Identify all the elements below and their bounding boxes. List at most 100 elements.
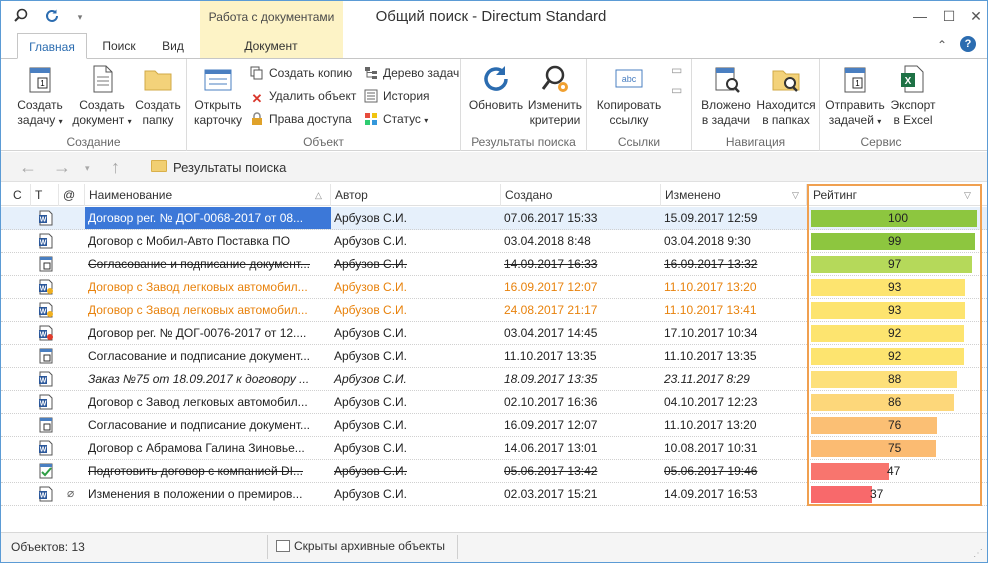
cell-name: Договор рег. № ДОГ-0076-2017 от 12.... bbox=[88, 326, 307, 340]
in-folders-button[interactable]: Находится в папках bbox=[754, 63, 818, 128]
search-icon[interactable] bbox=[12, 8, 30, 26]
refresh-button[interactable]: Обновить bbox=[465, 63, 527, 113]
svg-text:W: W bbox=[40, 309, 47, 316]
window-title: Общий поиск - Directum Standard bbox=[375, 8, 607, 25]
close-button[interactable]: ✕ bbox=[965, 5, 987, 27]
column-header-t[interactable]: Т bbox=[31, 184, 59, 206]
create-copy-button[interactable]: Создать копию bbox=[249, 63, 352, 83]
results-grid: С Т @ Наименование △ Автор Создано Измене… bbox=[1, 184, 987, 506]
delete-object-button[interactable]: ✕ Удалить объект bbox=[249, 86, 357, 106]
cell-modified: 23.11.2017 8:29 bbox=[664, 372, 750, 386]
table-row[interactable]: W ⌀ Изменения в положении о премиров... Арб… bbox=[1, 483, 987, 506]
create-document-button[interactable]: Создать документ ▾ bbox=[69, 63, 135, 129]
table-row[interactable]: W Договор с Абрамова Галина Зиновье... Арб… bbox=[1, 437, 987, 460]
title-bar: ▾ Общий поиск - Directum Standard — ☐ ✕ bbox=[1, 1, 987, 33]
history-icon bbox=[363, 89, 379, 105]
up-arrow-icon[interactable]: ↑ bbox=[111, 157, 120, 178]
create-task-button[interactable]: 1 Создать задачу ▾ bbox=[11, 63, 69, 129]
history-button[interactable]: История bbox=[363, 86, 430, 106]
quick-access-dropdown-icon[interactable]: ▾ bbox=[71, 8, 89, 26]
export-excel-button[interactable]: X Экспорт в Excel bbox=[886, 63, 940, 128]
cell-modified: 15.09.2017 12:59 bbox=[664, 211, 758, 225]
create-document-label-2: документ bbox=[72, 113, 125, 127]
table-row[interactable]: W Договор рег. № ДОГ-0068-2017 от 08... Ар… bbox=[1, 207, 987, 230]
nested-tasks-button[interactable]: Вложено в задачи bbox=[696, 63, 756, 128]
send-task-button[interactable]: 1 Отправить задачей ▾ bbox=[824, 63, 886, 129]
open-card-button[interactable]: Открыть карточку bbox=[191, 63, 245, 128]
cell-modified: 11.10.2017 13:20 bbox=[664, 280, 757, 294]
status-button[interactable]: Статус ▾ bbox=[363, 109, 428, 129]
table-row[interactable]: W Договор с Мобил-Авто Поставка ПО Арбузов… bbox=[1, 230, 987, 253]
back-arrow-icon[interactable]: ← bbox=[19, 157, 37, 178]
cell-author: Арбузов С.И. bbox=[334, 303, 407, 317]
resize-grip-icon[interactable]: ⋰ bbox=[973, 548, 983, 559]
change-criteria-button[interactable]: Изменить критерии bbox=[525, 63, 585, 128]
refresh-icon[interactable] bbox=[43, 8, 61, 26]
forward-arrow-icon[interactable]: → bbox=[53, 157, 71, 178]
sort-up-icon: △ bbox=[315, 190, 322, 200]
column-header-name[interactable]: Наименование △ bbox=[85, 184, 331, 206]
table-row[interactable]: W Договор рег. № ДОГ-0076-2017 от 12.... А… bbox=[1, 322, 987, 345]
svg-text:1: 1 bbox=[40, 79, 45, 88]
link-extra-icon[interactable]: ▭ bbox=[671, 63, 682, 77]
table-row[interactable]: W Договор с Завод легковых автомобил... Ар… bbox=[1, 276, 987, 299]
tab-search[interactable]: Поиск bbox=[91, 33, 147, 59]
copy-link-button[interactable]: abc Копировать ссылку bbox=[593, 63, 665, 128]
app-window: ▾ Общий поиск - Directum Standard — ☐ ✕ … bbox=[0, 0, 988, 563]
cell-name: Договор рег. № ДОГ-0068-2017 от 08... bbox=[85, 207, 331, 229]
cell-modified: 11.10.2017 13:20 bbox=[664, 418, 757, 432]
breadcrumb[interactable]: Результаты поиска bbox=[173, 160, 286, 175]
column-header-author[interactable]: Автор bbox=[331, 184, 501, 206]
tab-home[interactable]: Главная bbox=[17, 33, 87, 59]
table-row[interactable]: Подготовить договор с компанией DI... Арб… bbox=[1, 460, 987, 483]
collapse-ribbon-icon[interactable]: ⌃ bbox=[937, 38, 947, 52]
cell-author: Арбузов С.И. bbox=[334, 234, 407, 248]
cell-modified: 11.10.2017 13:35 bbox=[664, 349, 757, 363]
column-header-name-label: Наименование bbox=[89, 188, 173, 202]
link-extra-icon-2[interactable]: ▭ bbox=[671, 83, 682, 97]
access-rights-button[interactable]: Права доступа bbox=[249, 109, 352, 129]
rating-value: 92 bbox=[888, 326, 902, 340]
table-row[interactable]: W Договор с Завод легковых автомобил... Ар… bbox=[1, 391, 987, 414]
column-header-modified[interactable]: Изменено ▽ bbox=[661, 184, 807, 206]
create-folder-button[interactable]: Создать папку bbox=[133, 63, 183, 128]
history-label: История bbox=[383, 89, 430, 103]
maximize-button[interactable]: ☐ bbox=[938, 5, 960, 27]
document-icon: W bbox=[39, 486, 53, 502]
cell-name: Договор с Мобил-Авто Поставка ПО bbox=[88, 234, 291, 248]
chevron-down-icon: ▾ bbox=[424, 116, 429, 125]
column-header-attachment[interactable]: @ bbox=[59, 184, 85, 206]
table-row[interactable]: Согласование и подписание документ... Арб… bbox=[1, 414, 987, 437]
table-row[interactable]: W Договор с Завод легковых автомобил... Ар… bbox=[1, 299, 987, 322]
table-row[interactable]: Согласование и подписание документ... Арб… bbox=[1, 345, 987, 368]
folder-icon bbox=[142, 63, 174, 95]
help-icon[interactable]: ? bbox=[960, 36, 976, 52]
archive-filter[interactable]: Скрыты архивные объекты bbox=[267, 535, 459, 559]
history-dropdown-icon[interactable]: ▾ bbox=[85, 163, 90, 174]
table-row[interactable]: W Заказ №75 от 18.09.2017 к договору ... А… bbox=[1, 368, 987, 391]
create-task-label-2: задачу bbox=[17, 113, 56, 127]
task-tree-button[interactable]: Дерево задач bbox=[363, 63, 459, 83]
rating-value: 76 bbox=[888, 418, 902, 432]
cell-created: 07.06.2017 15:33 bbox=[504, 211, 598, 225]
copy-link-label-2: ссылку bbox=[609, 113, 649, 127]
cell-modified: 11.10.2017 13:41 bbox=[664, 303, 757, 317]
document-icon: W bbox=[39, 394, 53, 410]
rating-value: 88 bbox=[888, 372, 902, 386]
cell-name: Договор с Завод легковых автомобил... bbox=[88, 395, 308, 409]
filter-icon[interactable]: ▽ bbox=[792, 184, 799, 206]
tab-document[interactable]: Документ bbox=[201, 33, 341, 59]
column-header-created[interactable]: Создано bbox=[501, 184, 661, 206]
svg-text:W: W bbox=[40, 240, 47, 247]
open-card-label-2: карточку bbox=[193, 113, 242, 127]
rating-bar bbox=[811, 417, 937, 434]
minimize-button[interactable]: — bbox=[909, 5, 931, 27]
svg-text:X: X bbox=[905, 76, 912, 87]
refresh-label: Обновить bbox=[468, 98, 524, 112]
column-header-rating[interactable]: Рейтинг ▽ bbox=[809, 184, 981, 206]
filter-icon[interactable]: ▽ bbox=[964, 184, 971, 206]
tab-view[interactable]: Вид bbox=[151, 33, 195, 59]
column-header-c[interactable]: С bbox=[9, 184, 31, 206]
cell-author: Арбузов С.И. bbox=[334, 349, 407, 363]
table-row[interactable]: Согласование и подписание документ... Арб… bbox=[1, 253, 987, 276]
